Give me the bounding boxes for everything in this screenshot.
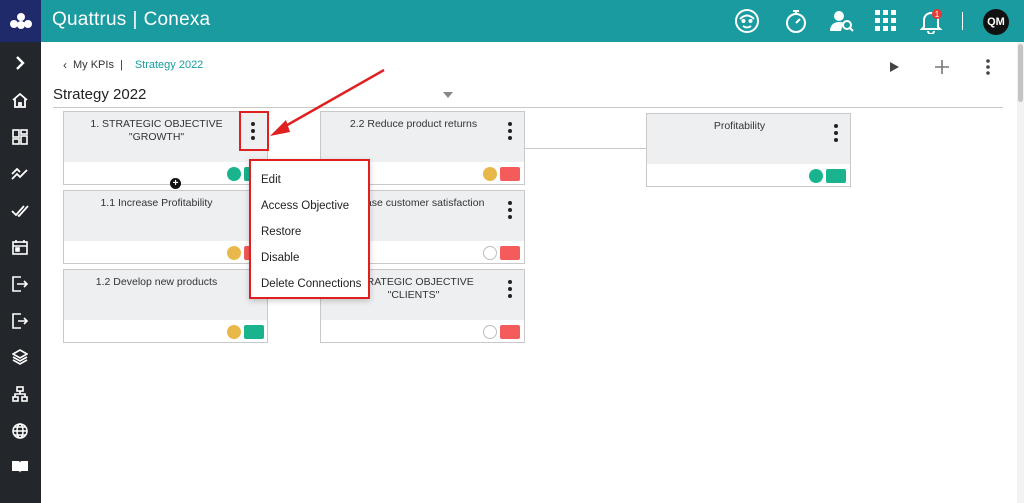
vertical-scrollbar[interactable]: [1017, 42, 1024, 503]
notification-badge: 1: [935, 10, 940, 19]
menu-item-access-objective[interactable]: Access Objective: [251, 193, 368, 219]
scrollbar-thumb[interactable]: [1018, 44, 1023, 102]
layers-icon[interactable]: [8, 345, 32, 369]
menu-item-restore[interactable]: Restore: [251, 219, 368, 245]
bell-icon[interactable]: 1: [917, 7, 945, 35]
card-menu-icon[interactable]: [505, 122, 515, 140]
kpi-indicator: [500, 325, 520, 339]
breadcrumb-my-kpis[interactable]: My KPIs: [73, 59, 114, 71]
user-search-icon[interactable]: [828, 7, 856, 35]
objective-card[interactable]: 1.1 Increase Profitability: [63, 190, 268, 264]
more-options-icon[interactable]: [977, 56, 999, 78]
brand-name: Quattrus | Conexa: [52, 9, 210, 31]
status-indicator: [227, 325, 241, 339]
play-icon[interactable]: [883, 56, 905, 78]
card-menu-icon[interactable]: [831, 124, 841, 142]
header-divider: [962, 12, 963, 30]
add-icon[interactable]: [931, 56, 953, 78]
page-title: Strategy 2022: [53, 86, 147, 103]
title-row: Strategy 2022: [53, 86, 1003, 108]
sidebar: [0, 42, 41, 503]
status-indicator: [809, 169, 823, 183]
globe-icon[interactable]: [8, 419, 32, 443]
stopwatch-icon[interactable]: [782, 7, 810, 35]
app-grid-icon[interactable]: [872, 7, 900, 35]
kpi-indicator: [500, 246, 520, 260]
menu-item-edit[interactable]: Edit: [251, 167, 368, 193]
trend-icon[interactable]: [8, 162, 32, 186]
status-indicator: [483, 246, 497, 260]
double-check-icon[interactable]: [8, 199, 32, 223]
card-label: 1.2 Develop new products: [95, 276, 218, 288]
breadcrumb-current[interactable]: Strategy 2022: [135, 59, 204, 71]
export-icon[interactable]: [8, 309, 32, 333]
brand-separator: |: [132, 9, 138, 30]
import-icon[interactable]: [8, 272, 32, 296]
menu-item-delete-connections[interactable]: Delete Connections: [251, 271, 368, 297]
title-dropdown-caret-icon[interactable]: [443, 92, 453, 98]
brand-right: Conexa: [143, 9, 211, 30]
card-label: 1.1 Increase Profitability: [100, 197, 213, 209]
kpi-indicator: [244, 325, 264, 339]
face-mask-icon[interactable]: [733, 7, 761, 35]
dashboard-icon[interactable]: [8, 125, 32, 149]
top-bar: Quattrus | Conexa 1 QM: [0, 0, 1024, 42]
calendar-icon[interactable]: [8, 235, 32, 259]
status-indicator: [227, 167, 241, 181]
expand-icon[interactable]: [8, 51, 32, 75]
breadcrumb-separator: |: [119, 59, 123, 71]
context-menu: Edit Access Objective Restore Disable De…: [249, 159, 370, 299]
status-indicator: [483, 325, 497, 339]
home-icon[interactable]: [8, 88, 32, 112]
brand-left: Quattrus: [52, 9, 127, 30]
back-chevron-icon[interactable]: ‹: [63, 58, 67, 72]
objective-card[interactable]: Profitability: [646, 113, 851, 187]
card-label: 1. STRATEGIC OBJECTIVE "GROWTH": [90, 118, 223, 143]
annotation-arrow: [270, 68, 385, 136]
hierarchy-icon[interactable]: [8, 382, 32, 406]
card-menu-icon[interactable]: [505, 201, 515, 219]
card-label: Profitability: [713, 120, 766, 132]
kpi-indicator: [826, 169, 846, 183]
card-menu-icon[interactable]: [505, 280, 515, 298]
breadcrumb: ‹ My KPIs | Strategy 2022: [63, 58, 203, 72]
objective-card[interactable]: 1. STRATEGIC OBJECTIVE "GROWTH": [63, 111, 268, 185]
status-indicator: [227, 246, 241, 260]
user-avatar[interactable]: QM: [983, 9, 1009, 35]
book-icon[interactable]: [8, 455, 32, 479]
kpi-indicator: [500, 167, 520, 181]
app-logo[interactable]: [0, 0, 41, 42]
status-indicator: [483, 167, 497, 181]
connector-line: [524, 148, 646, 149]
menu-item-disable[interactable]: Disable: [251, 245, 368, 271]
objective-card[interactable]: 1.2 Develop new products: [63, 269, 268, 343]
add-connection-icon[interactable]: +: [170, 178, 181, 189]
